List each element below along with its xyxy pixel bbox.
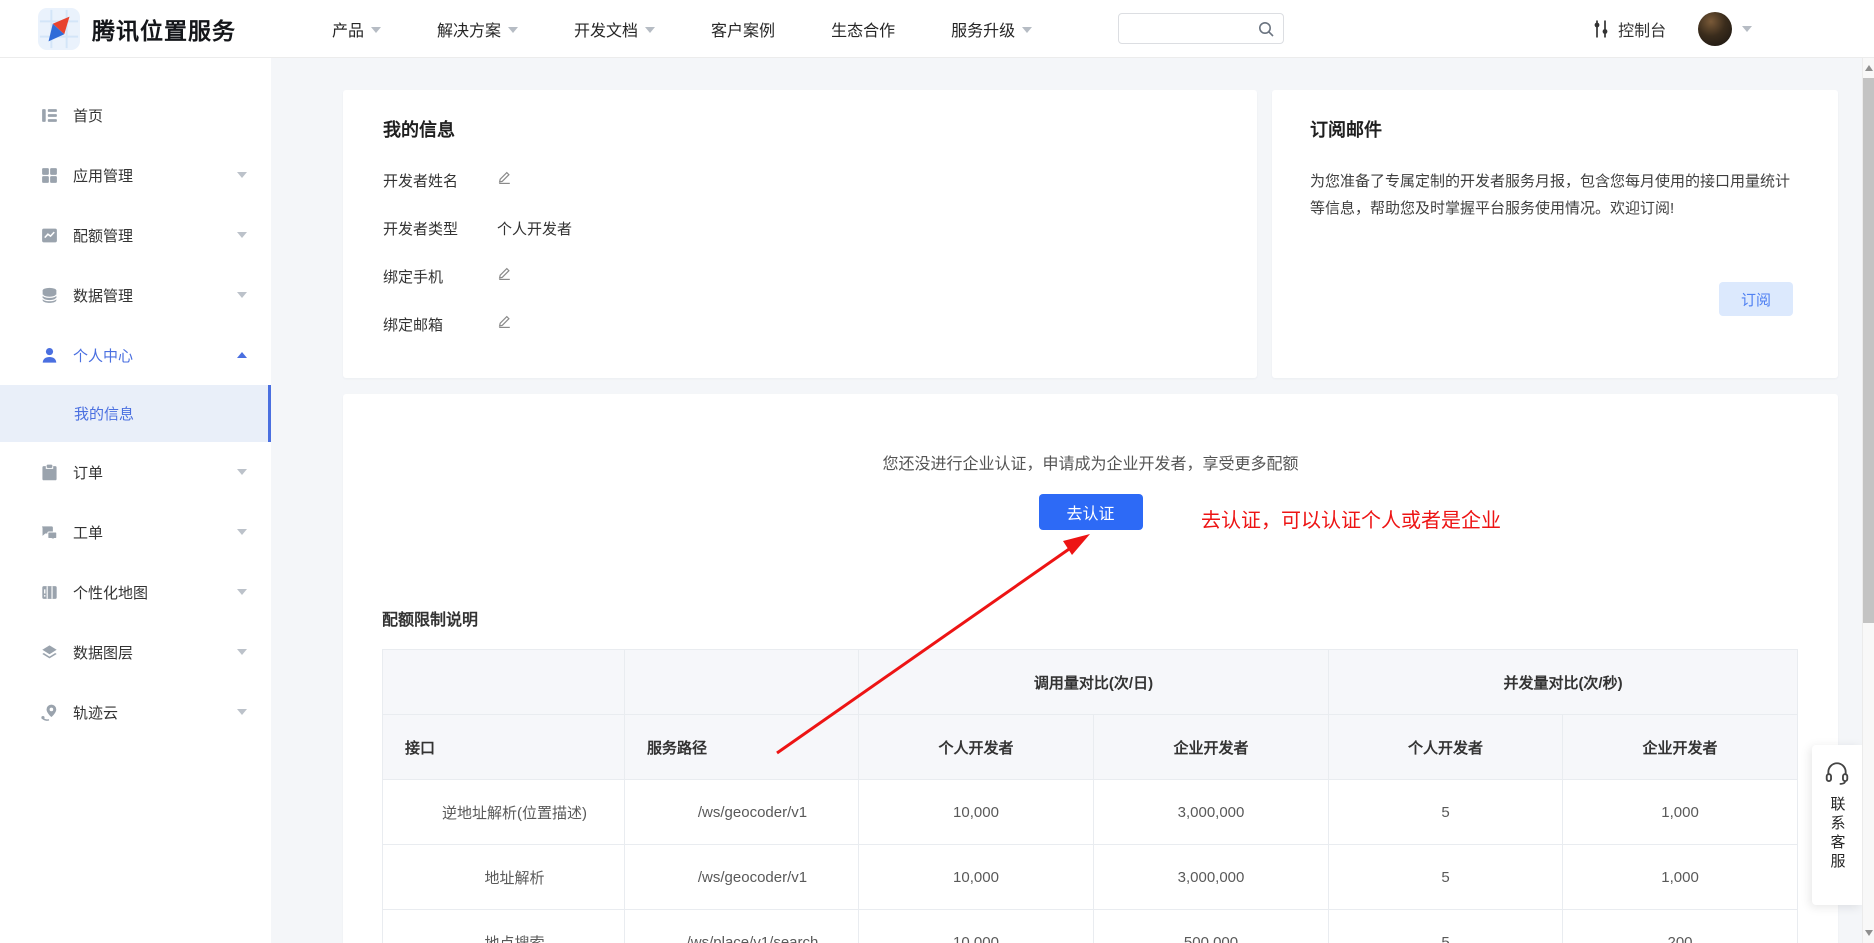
annotation-text: 去认证，可以认证个人或者是企业: [1201, 504, 1501, 533]
support-label: 联系客服: [1827, 796, 1848, 872]
group-header-calls: 调用量对比(次/日): [859, 650, 1329, 715]
nav-cases[interactable]: 客户案例: [711, 17, 775, 41]
chevron-down-icon: [1022, 27, 1032, 33]
col-header-personal-conc: 个人开发者: [1329, 715, 1563, 780]
sidebar-subitem-my-info[interactable]: 我的信息: [0, 385, 271, 442]
nav-upgrade[interactable]: 服务升级: [951, 17, 1032, 41]
chevron-down-icon[interactable]: [1742, 26, 1752, 32]
chevron-down-icon: [237, 292, 247, 298]
sidebar: 首页 应用管理 配额管理 数据管理 个人中心 我的信息 订单: [0, 58, 271, 943]
headset-icon: [1824, 760, 1850, 786]
chart-icon: [40, 226, 59, 245]
developer-type-value: 个人开发者: [497, 218, 572, 239]
profile-field-type: 开发者类型 个人开发者: [383, 218, 1257, 238]
quota-table-group-header-row: 调用量对比(次/日) 并发量对比(次/秒): [383, 650, 1798, 715]
main-nav: 产品 解决方案 开发文档 客户案例 生态合作 服务升级: [332, 17, 1032, 41]
empty-header-cell: [383, 650, 625, 715]
profile-field-phone: 绑定手机: [383, 266, 1257, 286]
sidebar-item-custom-map[interactable]: 个性化地图: [0, 562, 271, 622]
profile-field-name: 开发者姓名: [383, 170, 1257, 190]
edit-pencil-icon[interactable]: [497, 266, 512, 286]
chevron-down-icon: [237, 709, 247, 715]
table-row: 地址解析 /ws/geocoder/v1 10,000 3,000,000 5 …: [383, 845, 1798, 910]
table-row: 地点搜索 /ws/place/v1/search 10,000 500,000 …: [383, 910, 1798, 943]
search-icon[interactable]: [1257, 20, 1275, 43]
location-pin-icon: [40, 703, 59, 722]
user-icon: [40, 346, 59, 365]
profile-card-title: 我的信息: [383, 116, 1257, 142]
vertical-scrollbar[interactable]: [1862, 58, 1874, 943]
edit-pencil-icon[interactable]: [497, 314, 512, 334]
certification-quota-card: 您还没进行企业认证，申请成为企业开发者，享受更多配额 去认证 去认证，可以认证个…: [343, 394, 1838, 943]
console-label: 控制台: [1618, 17, 1666, 41]
scrollbar-down-arrow[interactable]: [1865, 930, 1873, 936]
sidebar-item-data-layers[interactable]: 数据图层: [0, 622, 271, 682]
chevron-down-icon: [237, 232, 247, 238]
sidebar-item-data[interactable]: 数据管理: [0, 265, 271, 325]
col-header-personal-calls: 个人开发者: [859, 715, 1094, 780]
brand-logo[interactable]: 腾讯位置服务: [38, 8, 236, 50]
top-header: 腾讯位置服务 产品 解决方案 开发文档 客户案例 生态合作 服务升级 控制台: [0, 0, 1874, 58]
empty-header-cell: [625, 650, 859, 715]
col-header-enterprise-conc: 企业开发者: [1563, 715, 1798, 780]
chat-icon: [40, 523, 59, 542]
quota-table-header-row: 接口 服务路径 个人开发者 企业开发者 个人开发者 企业开发者: [383, 715, 1798, 780]
quota-table-title: 配额限制说明: [382, 606, 478, 630]
brand-name: 腾讯位置服务: [92, 12, 236, 46]
search-input[interactable]: [1127, 15, 1257, 42]
quota-table: 调用量对比(次/日) 并发量对比(次/秒) 接口 服务路径 个人开发者 企业开发…: [382, 649, 1798, 943]
search-box[interactable]: [1118, 13, 1284, 44]
chevron-down-icon: [237, 649, 247, 655]
avatar[interactable]: [1698, 12, 1732, 46]
profile-field-email: 绑定邮箱: [383, 314, 1257, 334]
subscribe-button[interactable]: 订阅: [1719, 282, 1793, 316]
edit-pencil-icon[interactable]: [497, 170, 512, 190]
chevron-down-icon: [237, 172, 247, 178]
chevron-down-icon: [237, 529, 247, 535]
col-header-api: 接口: [383, 715, 625, 780]
sidebar-item-apps[interactable]: 应用管理: [0, 145, 271, 205]
col-header-enterprise-calls: 企业开发者: [1094, 715, 1329, 780]
clipboard-icon: [40, 463, 59, 482]
go-certify-button[interactable]: 去认证: [1039, 494, 1143, 530]
subscribe-description: 为您准备了专属定制的开发者服务月报，包含您每月使用的接口用量统计等信息，帮助您及…: [1310, 168, 1802, 222]
contact-support-widget[interactable]: 联系客服: [1812, 745, 1862, 905]
chevron-down-icon: [371, 27, 381, 33]
sliders-icon: [1592, 19, 1610, 39]
scrollbar-up-arrow[interactable]: [1865, 65, 1873, 71]
map-icon: [40, 583, 59, 602]
home-list-icon: [40, 106, 59, 125]
main-content: 我的信息 开发者姓名 开发者类型 个人开发者 绑定手机 绑定邮箱 订阅邮件 为您…: [271, 58, 1874, 943]
console-link[interactable]: 控制台: [1592, 17, 1666, 41]
certification-message: 您还没进行企业认证，申请成为企业开发者，享受更多配额: [343, 394, 1838, 474]
nav-solutions[interactable]: 解决方案: [437, 17, 518, 41]
sidebar-item-home[interactable]: 首页: [0, 85, 271, 145]
chevron-down-icon: [237, 469, 247, 475]
sidebar-item-tickets[interactable]: 工单: [0, 502, 271, 562]
col-header-path: 服务路径: [625, 715, 859, 780]
chevron-down-icon: [237, 589, 247, 595]
sidebar-item-quota[interactable]: 配额管理: [0, 205, 271, 265]
compass-logo-icon: [38, 8, 80, 50]
chevron-down-icon: [508, 27, 518, 33]
profile-card: 我的信息 开发者姓名 开发者类型 个人开发者 绑定手机 绑定邮箱: [343, 90, 1257, 378]
subscribe-card-title: 订阅邮件: [1310, 116, 1798, 142]
sidebar-item-orders[interactable]: 订单: [0, 442, 271, 502]
nav-docs[interactable]: 开发文档: [574, 17, 655, 41]
chevron-down-icon: [645, 27, 655, 33]
database-icon: [40, 286, 59, 305]
nav-products[interactable]: 产品: [332, 17, 381, 41]
sidebar-item-personal-center[interactable]: 个人中心: [0, 325, 271, 385]
sidebar-item-track-cloud[interactable]: 轨迹云: [0, 682, 271, 742]
grid-icon: [40, 166, 59, 185]
scrollbar-thumb[interactable]: [1863, 78, 1874, 623]
group-header-concurrency: 并发量对比(次/秒): [1329, 650, 1798, 715]
nav-ecosystem[interactable]: 生态合作: [831, 17, 895, 41]
subscribe-card: 订阅邮件 为您准备了专属定制的开发者服务月报，包含您每月使用的接口用量统计等信息…: [1272, 90, 1838, 378]
chevron-up-icon: [237, 352, 247, 358]
table-row: 逆地址解析(位置描述) /ws/geocoder/v1 10,000 3,000…: [383, 780, 1798, 845]
layers-icon: [40, 643, 59, 662]
